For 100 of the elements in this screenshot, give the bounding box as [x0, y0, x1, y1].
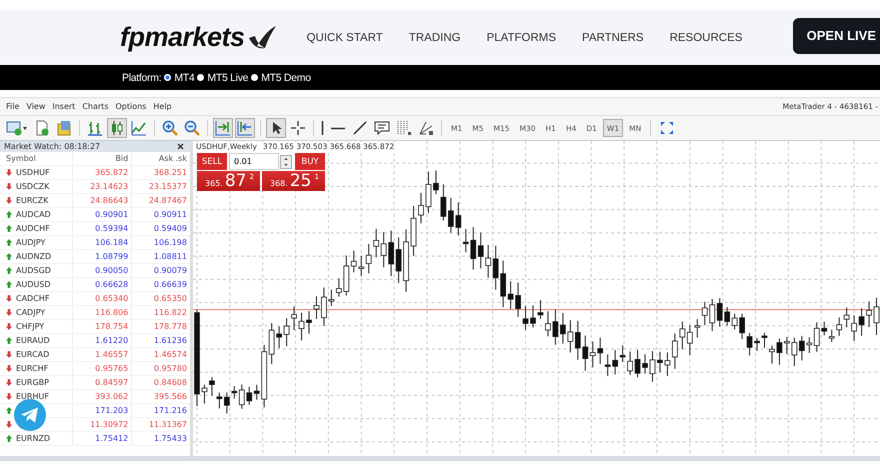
- menu-item[interactable]: Charts: [82, 102, 108, 111]
- ask-cell-text: 368.251: [152, 167, 188, 179]
- ask-cell-text: 0.59409: [152, 223, 188, 235]
- dotted-grid-icon: [396, 120, 412, 136]
- bid-cell: 1.75412: [73, 432, 132, 445]
- ask-cell-text: 0.65350: [152, 293, 188, 305]
- bid-cell: 23.14623: [73, 180, 132, 193]
- buy-button[interactable]: BUY: [295, 153, 325, 170]
- bid-cell: 178.754: [73, 320, 132, 333]
- symbol-cell: CHFJPY: [16, 322, 44, 331]
- nav-link[interactable]: PARTNERS: [582, 32, 644, 44]
- bid-cell: 24.86643: [73, 194, 132, 207]
- menu-item[interactable]: File: [6, 102, 20, 111]
- symbol-cell: AUDJPY: [16, 238, 46, 247]
- menu-item[interactable]: Insert: [52, 102, 76, 111]
- symbol-cell: CADJPY: [16, 308, 46, 317]
- bid-cell: 0.66628: [73, 278, 132, 291]
- column-header[interactable]: Symbol: [0, 152, 74, 165]
- zoom-in-button[interactable]: [160, 118, 180, 138]
- bid-cell: 0.65340: [73, 292, 132, 305]
- platform-radio[interactable]: MT4: [164, 72, 194, 84]
- bar-arrow-icon: [237, 120, 253, 136]
- brand-logo[interactable]: fpmarkets: [120, 22, 245, 53]
- menu-item[interactable]: View: [26, 102, 46, 111]
- nav-link[interactable]: TRADING: [408, 32, 461, 44]
- nav-link[interactable]: RESOURCES: [670, 32, 742, 44]
- nav-link[interactable]: PLATFORMS: [486, 32, 556, 44]
- lot-size-field[interactable]: 0.01: [229, 153, 279, 170]
- bid-cell: 0.84597: [73, 376, 132, 389]
- speech-bubble-icon: [374, 120, 390, 136]
- symbol-cell: AUDCAD: [16, 210, 51, 219]
- folder-icon: [56, 120, 72, 136]
- bid-cell: 365.872: [73, 166, 132, 179]
- menu-item[interactable]: Help: [153, 102, 172, 111]
- bid-cell: 0.90050: [73, 264, 132, 277]
- chart-window-icon: [6, 120, 28, 136]
- ask-cell-text: 0.95780: [152, 363, 188, 375]
- bid-cell: 0.95765: [73, 362, 132, 375]
- symbol-cell: EURNZD: [16, 434, 50, 443]
- vertical-line-button[interactable]: [319, 118, 326, 138]
- bid-price[interactable]: 365.87 $^{2}$: [197, 171, 260, 191]
- zoom-out-icon: [184, 120, 200, 136]
- paper-plane-button[interactable]: [14, 399, 46, 431]
- swoosh-icon: [246, 24, 277, 52]
- cursor-button[interactable]: [266, 118, 286, 138]
- arrow-to-bar-button[interactable]: [213, 118, 233, 138]
- symbol-cell: EURGBP: [16, 378, 49, 387]
- ask-cell-text: 0.90911: [152, 209, 188, 221]
- platform-radio[interactable]: MT5 Live: [197, 72, 248, 84]
- panel-title: Market Watch: 08:18:27: [4, 142, 100, 151]
- line-chart-button[interactable]: [129, 118, 149, 138]
- symbol-cell: AUDSGD: [16, 266, 51, 275]
- column-header[interactable]: Bid: [73, 152, 132, 165]
- bid-cell: 116.806: [73, 306, 132, 319]
- nav-link[interactable]: QUICK START: [306, 32, 383, 44]
- symbol-cell: EURCHF: [16, 364, 48, 373]
- bid-cell: 171.203: [73, 404, 132, 417]
- ask-cell-text: 1.61236: [152, 335, 188, 347]
- bar-arrow-button[interactable]: [235, 118, 255, 138]
- symbol-cell: EURHUF: [16, 392, 49, 401]
- sell-button[interactable]: SELL: [197, 153, 227, 170]
- open-live-button[interactable]: OPEN LIVE: [792, 18, 880, 54]
- arrow-to-bar-icon: [215, 120, 231, 136]
- line-chart-icon: [131, 120, 147, 136]
- close-icon[interactable]: [177, 143, 184, 150]
- symbol-cell: AUDCHF: [16, 224, 50, 233]
- bar-chart-icon: [87, 120, 103, 136]
- candlestick-button[interactable]: [107, 118, 127, 138]
- ask-cell-text: 0.90079: [152, 265, 188, 277]
- ask-cell-text: 24.87467: [148, 195, 188, 207]
- symbol-cell: EURCAD: [16, 350, 50, 359]
- spinner-icon[interactable]: [280, 154, 292, 168]
- ask-cell-text: 106.198: [152, 237, 188, 249]
- vertical-line-icon: [321, 120, 324, 136]
- ask-cell-text: 0.66639: [152, 279, 188, 291]
- menu-item[interactable]: Options: [115, 102, 146, 111]
- crosshair-button[interactable]: [288, 118, 308, 138]
- platform-label: Platform:: [122, 72, 162, 84]
- bid-cell: 1.08799: [73, 250, 132, 263]
- symbol-cell: EURCZK: [16, 196, 48, 205]
- bid-cell: 0.59394: [73, 222, 132, 235]
- ask-cell-text: 116.822: [152, 307, 188, 319]
- ask-cell-text: 0.84608: [152, 377, 188, 389]
- bid-cell: 106.184: [73, 236, 132, 249]
- ask-price[interactable]: 368.25 $^{1}$: [262, 171, 325, 191]
- bid-cell: 11.30972: [73, 418, 132, 431]
- symbol-cell: AUDNZD: [16, 252, 52, 261]
- ask-cell-text: 171.216: [152, 405, 188, 417]
- symbol-cell: USDCZK: [16, 182, 50, 191]
- diagonal-line-icon: [352, 120, 368, 136]
- fan-icon: [418, 120, 434, 136]
- ask-cell-text: 178.778: [152, 321, 188, 333]
- crosshair-icon: [290, 120, 306, 136]
- column-header[interactable]: Ask .sk: [132, 152, 190, 165]
- platform-radio[interactable]: MT5 Demo: [251, 72, 311, 84]
- zoom-out-button[interactable]: [182, 118, 202, 138]
- candlestick-icon: [109, 120, 125, 136]
- expand-icon[interactable]: [660, 121, 674, 135]
- ask-cell-text: 23.15377: [148, 181, 188, 193]
- bid-cell: 1.46557: [73, 348, 132, 361]
